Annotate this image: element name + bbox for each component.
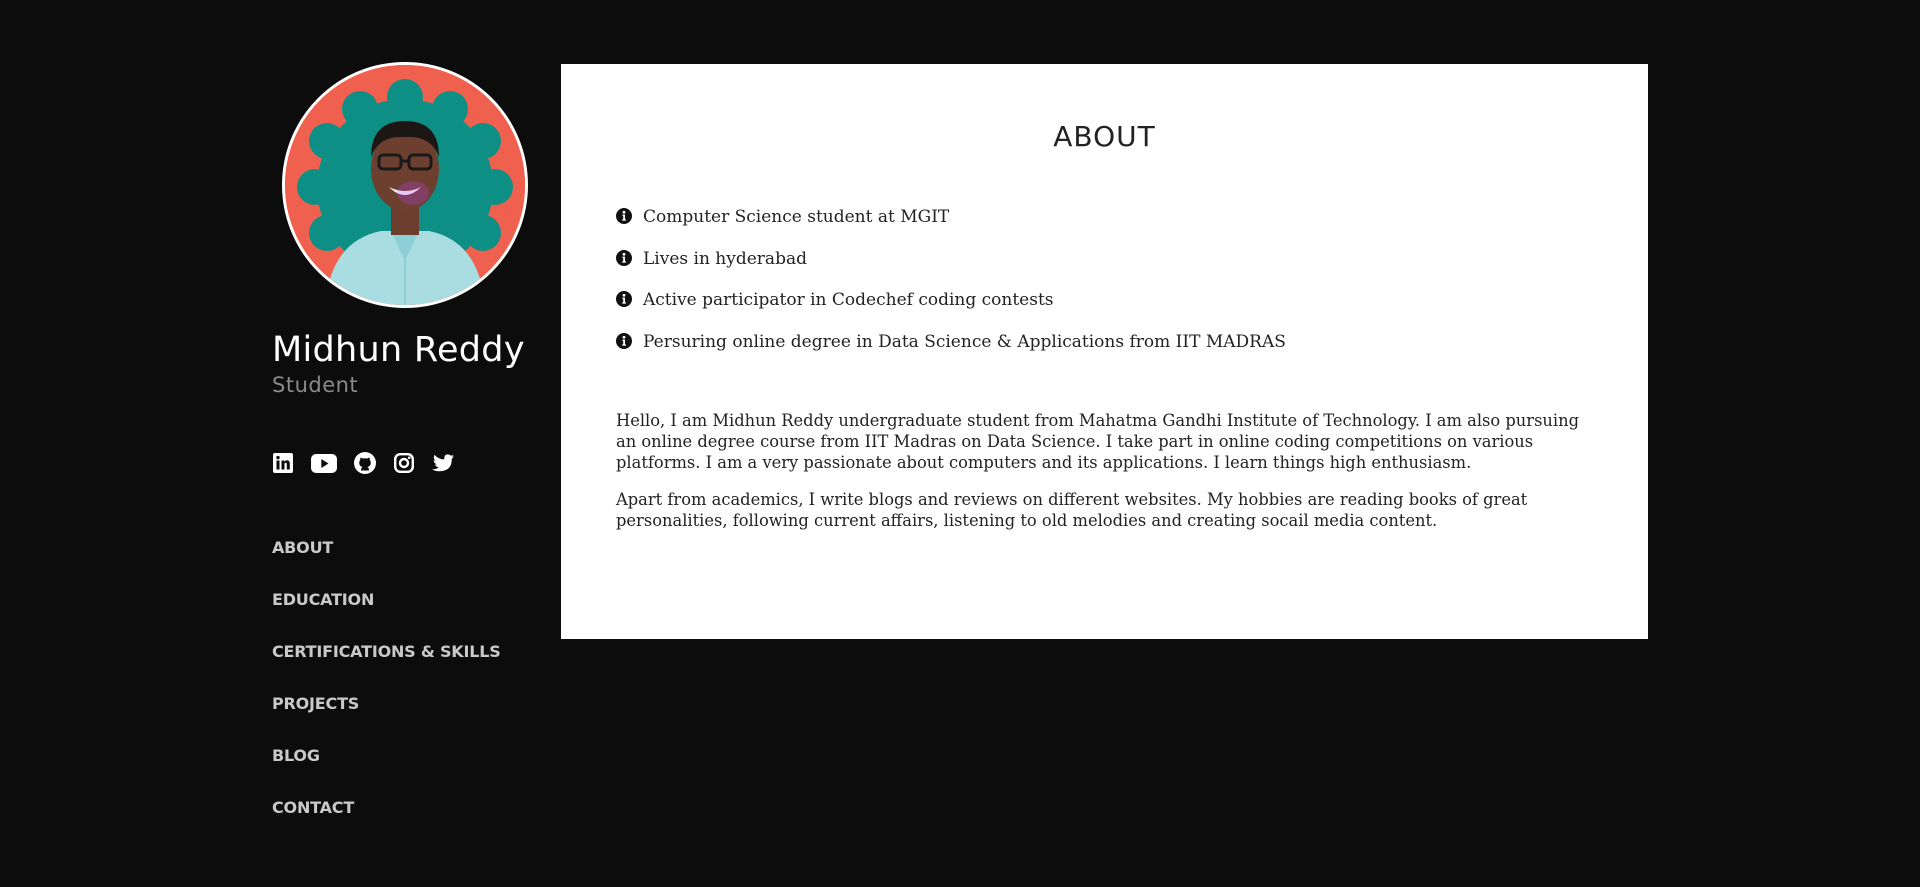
nav-item-certifications-skills[interactable]: CERTIFICATIONS & SKILLS xyxy=(272,642,501,694)
main-nav: ABOUT EDUCATION CERTIFICATIONS & SKILLS … xyxy=(272,538,501,850)
nav-item-blog[interactable]: BLOG xyxy=(272,746,501,798)
fact-text: Lives in hyderabad xyxy=(643,248,807,269)
twitter-icon[interactable] xyxy=(432,452,454,474)
list-item: Computer Science student at MGIT xyxy=(616,207,1286,249)
fact-text: Persuring online degree in Data Science … xyxy=(643,332,1286,353)
section-title: ABOUT xyxy=(1053,120,1156,153)
profile-role: Student xyxy=(272,373,359,397)
list-item: Persuring online degree in Data Science … xyxy=(616,332,1286,374)
fact-text: Active participator in Codechef coding c… xyxy=(643,290,1054,311)
about-paragraph-intro: Hello, I am Midhun Reddy undergraduate s… xyxy=(616,411,1580,472)
github-icon[interactable] xyxy=(354,452,376,474)
youtube-icon[interactable] xyxy=(311,452,337,474)
instagram-icon[interactable] xyxy=(393,452,415,474)
profile-name: Midhun Reddy xyxy=(272,330,525,370)
about-card: ABOUT Computer Science student at MGIT L… xyxy=(561,64,1648,639)
list-item: Lives in hyderabad xyxy=(616,249,1286,291)
nav-item-projects[interactable]: PROJECTS xyxy=(272,694,501,746)
info-circle-icon xyxy=(616,249,632,266)
social-links xyxy=(272,452,454,474)
info-circle-icon xyxy=(616,291,632,308)
info-circle-icon xyxy=(616,333,632,350)
facts-list: Computer Science student at MGIT Lives i… xyxy=(616,207,1286,374)
linkedin-icon[interactable] xyxy=(272,452,294,474)
list-item: Active participator in Codechef coding c… xyxy=(616,290,1286,332)
about-paragraph-hobbies: Apart from academics, I write blogs and … xyxy=(616,490,1528,530)
avatar xyxy=(282,62,528,308)
nav-item-contact[interactable]: CONTACT xyxy=(272,798,501,850)
info-circle-icon xyxy=(616,208,632,224)
nav-item-about[interactable]: ABOUT xyxy=(272,538,501,590)
nav-item-education[interactable]: EDUCATION xyxy=(272,590,501,642)
fact-text: Computer Science student at MGIT xyxy=(643,207,950,227)
